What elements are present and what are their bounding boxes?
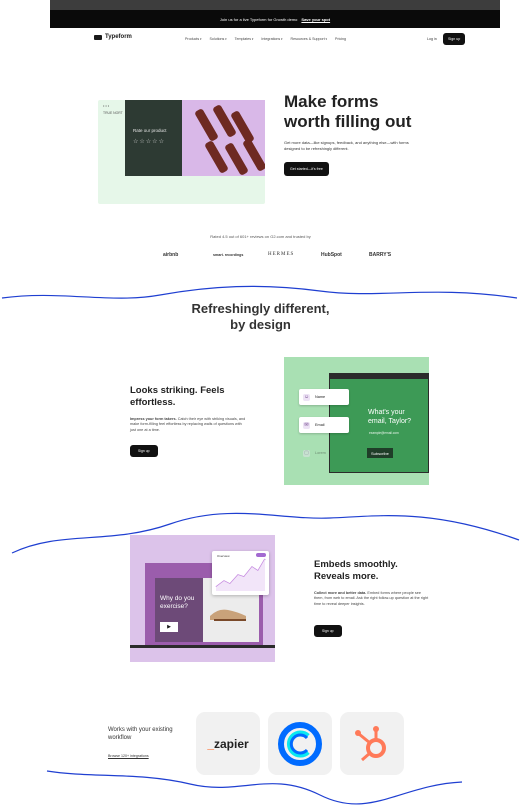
feature2-signup-button[interactable]: Sign up <box>314 625 342 637</box>
play-icon[interactable]: ▶ <box>160 622 178 632</box>
zapier-text: zapier <box>214 736 249 751</box>
rating-text: Rated 4.5 out of 601+ reviews on G2.com … <box>210 234 311 239</box>
embed-baseline <box>130 645 275 648</box>
typeform-homepage: Join us for a live Typeform for Growth d… <box>0 0 521 810</box>
typeform-logo-icon <box>94 34 102 40</box>
section-heading: Refreshingly different, by design <box>191 301 330 332</box>
nav-item-resources[interactable]: Resources & Support <box>291 37 328 41</box>
chip-name[interactable]: ☺ Name <box>299 389 349 405</box>
signup-button[interactable]: Sign up <box>443 33 466 45</box>
form-question: What's your email, Taylor? <box>368 409 412 425</box>
hero-question: Rate our product <box>133 128 167 133</box>
logo-text: Typeform <box>105 34 132 40</box>
zapier-prefix: _ <box>207 736 214 751</box>
login-link[interactable]: Log in <box>427 37 437 41</box>
announcement-text: Join us for a live Typeform for Growth d… <box>219 16 298 22</box>
embed-question: Why do you exercise? <box>160 595 195 610</box>
hubspot-icon <box>355 725 386 761</box>
form-answer-placeholder: example@email.com <box>369 431 399 435</box>
nav-item-products[interactable]: Products <box>185 37 202 41</box>
top-nav: Typeform Products Solutions Templates In… <box>50 28 500 50</box>
star-icon[interactable]: ☆ <box>159 138 164 145</box>
brand-hermes: HERMES <box>268 252 295 257</box>
person-icon: ☺ <box>303 393 310 401</box>
hero-title: Make forms worth filling out <box>284 92 412 131</box>
field-icon: ▢ <box>303 449 310 457</box>
feature1-bold: Impress your form takers. <box>130 417 177 421</box>
nav-item-templates[interactable]: Templates <box>235 37 254 41</box>
get-started-button[interactable]: Get started—it's free <box>284 162 329 176</box>
integrations-title: Works with your existing workflow <box>108 727 173 741</box>
announcement-bar: Join us for a live Typeform for Growth d… <box>50 10 500 28</box>
star-icon[interactable]: ☆ <box>133 138 138 145</box>
email-icon: ✉ <box>303 421 310 429</box>
typeform-logo[interactable]: Typeform <box>94 34 132 40</box>
announcement-link[interactable]: Save your spot <box>301 17 330 22</box>
sneaker-image <box>210 609 246 621</box>
chip-faded: ▢ Lorem <box>299 445 349 461</box>
bottle-image <box>230 110 255 144</box>
hero-product-photo <box>182 100 265 176</box>
star-icon[interactable]: ☆ <box>139 138 144 145</box>
feature2-bold: Collect more and better data. <box>314 591 367 595</box>
feature2-description: Collect more and better data. Embed form… <box>314 591 430 607</box>
chip-label: Email <box>315 423 325 427</box>
feature1-title: Looks striking. Feels effortless. <box>130 385 225 408</box>
feature1-signup-button[interactable]: Sign up <box>130 445 158 457</box>
hubspot-tile[interactable] <box>340 712 404 775</box>
subscribe-button[interactable]: Subscribe <box>367 448 393 458</box>
feature1-description: Impress your form takers. Catch their ey… <box>130 417 246 433</box>
nav-menu: Products Solutions Templates Integration… <box>185 37 346 41</box>
chart-label: Overview <box>217 554 230 558</box>
nav-item-integrations[interactable]: Integrations <box>261 37 282 41</box>
brand-hubspot: HubSpot <box>321 252 342 258</box>
hero-description: Get more data—like signups, feedback, an… <box>284 140 409 151</box>
feature2-title: Embeds smoothly. Reveals more. <box>314 559 398 582</box>
calendly-icon <box>278 721 322 766</box>
brand-smart-recordings: smart. recordings <box>213 253 244 257</box>
hero-card-dots: ••• <box>103 103 111 108</box>
chart-badge <box>256 553 266 557</box>
star-icon[interactable]: ☆ <box>152 138 157 145</box>
star-icon[interactable]: ☆ <box>146 138 151 145</box>
calendly-tile[interactable] <box>268 712 332 775</box>
browse-integrations-link[interactable]: Browse 120+ integrations <box>108 754 149 758</box>
zapier-tile[interactable]: _zapier <box>196 712 260 775</box>
nav-item-pricing[interactable]: Pricing <box>335 37 346 41</box>
rating-stars: ☆ ☆ ☆ ☆ ☆ <box>133 138 164 145</box>
hero-card-label: TRUE NORT <box>103 111 123 115</box>
chip-email[interactable]: ✉ Email <box>299 417 349 433</box>
zapier-logo: _zapier <box>207 737 248 751</box>
chip-label: Lorem <box>315 451 326 455</box>
chip-label: Name <box>315 395 326 399</box>
nav-item-solutions[interactable]: Solutions <box>210 37 227 41</box>
brand-airbnb: airbnb <box>163 252 179 258</box>
browser-topbar <box>50 0 500 10</box>
brand-barrys: BARRY'S <box>369 252 392 258</box>
form-window-bar <box>329 373 429 379</box>
